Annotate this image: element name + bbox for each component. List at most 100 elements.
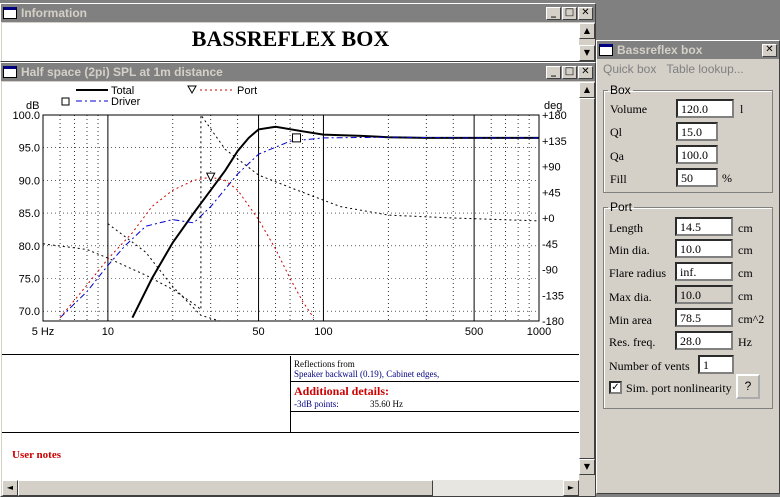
series-total	[131, 125, 539, 319]
qa-field[interactable]: 100.0	[676, 145, 718, 164]
close-button[interactable]: ✕	[762, 43, 777, 57]
user-notes-label: User notes	[12, 449, 61, 461]
min-area-label: Min area	[609, 313, 652, 327]
flare-radius-field[interactable]: inf.	[675, 262, 733, 281]
legend-port-label: Port	[237, 85, 257, 97]
qa-label: Qa	[610, 149, 624, 163]
port-legend: Port	[610, 200, 633, 214]
scroll-up-icon[interactable]: ▲	[579, 23, 595, 39]
spl-chart: 100.095.090.085.080.075.070.0+180+135+90…	[12, 85, 567, 338]
fill-unit: %	[722, 171, 732, 185]
information-window: Information _ □ ✕ BASSREFLEX BOX ▲ ▼	[0, 3, 596, 62]
scroll-left-icon[interactable]: ◄	[2, 480, 18, 496]
min-area-field[interactable]: 78.5	[675, 308, 733, 327]
length-field[interactable]: 14.5	[675, 217, 733, 236]
max-dia-field: 10.0	[675, 285, 733, 304]
y-tick-label: 90.0	[19, 175, 40, 187]
panel-title: Bassreflex box	[617, 43, 703, 57]
menu-quick-box[interactable]: Quick box	[603, 62, 656, 76]
info-heading: BASSREFLEX BOX	[191, 26, 390, 51]
window-icon	[3, 66, 17, 78]
vents-label: Number of vents	[609, 359, 690, 373]
y-tick-label: 70.0	[19, 306, 40, 318]
information-title: Information	[21, 6, 87, 20]
info-vscroll[interactable]: ▲ ▼	[579, 23, 595, 61]
sim-checkbox[interactable]: ✓	[609, 381, 622, 394]
vents-field[interactable]: 1	[698, 355, 734, 374]
chart-divider	[2, 354, 579, 355]
y2-tick-label: +0	[542, 213, 555, 225]
series-total-phase	[107, 223, 220, 321]
y2-tick-label: +45	[542, 187, 561, 199]
hscroll-thumb[interactable]	[18, 480, 433, 496]
y2-tick-label: +90	[542, 162, 561, 174]
x-tick-label: 500	[465, 326, 483, 338]
information-content: BASSREFLEX BOX	[2, 23, 579, 61]
x-tick-label: 1000	[527, 326, 551, 338]
maximize-button[interactable]: □	[562, 65, 577, 79]
volume-label: Volume	[610, 102, 648, 116]
series-driver	[59, 136, 539, 319]
res-freq-label: Res. freq.	[609, 335, 656, 349]
sim-label[interactable]: Sim. port nonlinearity	[626, 381, 732, 396]
minimize-button[interactable]: _	[546, 6, 561, 20]
scroll-right-icon[interactable]: ►	[563, 480, 579, 496]
y-tick-label: 75.0	[19, 273, 40, 285]
fill-label: Fill	[610, 172, 627, 186]
length-label: Length	[609, 221, 643, 235]
scroll-up-icon[interactable]: ▲	[579, 82, 595, 98]
close-button[interactable]: ✕	[578, 65, 593, 79]
ql-label: Ql	[610, 125, 622, 139]
legend-port-marker	[187, 85, 197, 95]
flare-radius-label: Flare radius	[609, 266, 666, 280]
window-icon	[3, 7, 17, 19]
y2-tick-label: -90	[542, 265, 558, 277]
scroll-down-icon[interactable]: ▼	[579, 459, 595, 475]
minimize-button[interactable]: _	[546, 65, 561, 79]
port-marker	[205, 172, 216, 183]
fill-field[interactable]: 50	[676, 168, 718, 187]
spl-hscroll[interactable]: ◄ ►	[2, 480, 579, 496]
panel-titlebar[interactable]: Bassreflex box ✕	[597, 41, 779, 59]
res-freq-field[interactable]: 28.0	[675, 331, 733, 350]
detail-value: 35.60 Hz	[370, 399, 403, 409]
panel-menu: Quick box Table lookup...	[597, 59, 779, 79]
y-tick-label: 85.0	[19, 208, 40, 220]
legend-driver-label: Driver	[111, 96, 141, 108]
close-button[interactable]: ✕	[578, 6, 593, 20]
scroll-thumb[interactable]	[579, 98, 595, 459]
y-axis-unit: dB	[26, 100, 39, 112]
x-tick-label: 100	[314, 326, 332, 338]
scroll-down-icon[interactable]: ▼	[579, 45, 595, 61]
legend-driver-marker	[61, 97, 70, 106]
x-tick-label: 50	[252, 326, 264, 338]
spl-vscroll[interactable]: ▲ ▼	[579, 82, 595, 480]
spl-title: Half space (2pi) SPL at 1m distance	[21, 65, 223, 79]
details-title: Additional details:	[294, 384, 390, 398]
box-legend: Box	[610, 83, 631, 97]
detail-label: -3dB points:	[294, 399, 339, 409]
y-tick-label: 95.0	[19, 143, 40, 155]
x-tick-label: 10	[102, 326, 114, 338]
length-unit: cm	[738, 221, 753, 235]
y2-tick-label: +135	[542, 136, 567, 148]
y-tick-label: 80.0	[19, 241, 40, 253]
flare-radius-unit: cm	[738, 266, 753, 280]
reflections-text: Speaker backwall (0.19), Cabinet edges,	[294, 369, 440, 379]
y2-tick-label: -45	[542, 239, 558, 251]
reflections-box: Reflections from Speaker backwall (0.19)…	[290, 356, 579, 432]
reflections-title: Reflections from	[294, 359, 355, 369]
ql-field[interactable]: 15.0	[676, 122, 718, 141]
information-titlebar[interactable]: Information _ □ ✕	[1, 4, 595, 22]
maximize-button[interactable]: □	[562, 6, 577, 20]
min-area-unit: cm^2	[738, 312, 765, 326]
menu-table-lookup[interactable]: Table lookup...	[666, 62, 743, 76]
bassreflex-panel: Bassreflex box ✕ Quick box Table lookup.…	[596, 40, 780, 494]
help-button[interactable]: ?	[736, 374, 760, 399]
window-icon	[599, 44, 613, 56]
min-dia-field[interactable]: 10.0	[675, 239, 733, 258]
spl-titlebar[interactable]: Half space (2pi) SPL at 1m distance _ □ …	[1, 63, 595, 81]
spl-window: Half space (2pi) SPL at 1m distance _ □ …	[0, 62, 596, 497]
res-freq-unit: Hz	[738, 335, 752, 349]
volume-field[interactable]: 120.0	[676, 99, 734, 118]
